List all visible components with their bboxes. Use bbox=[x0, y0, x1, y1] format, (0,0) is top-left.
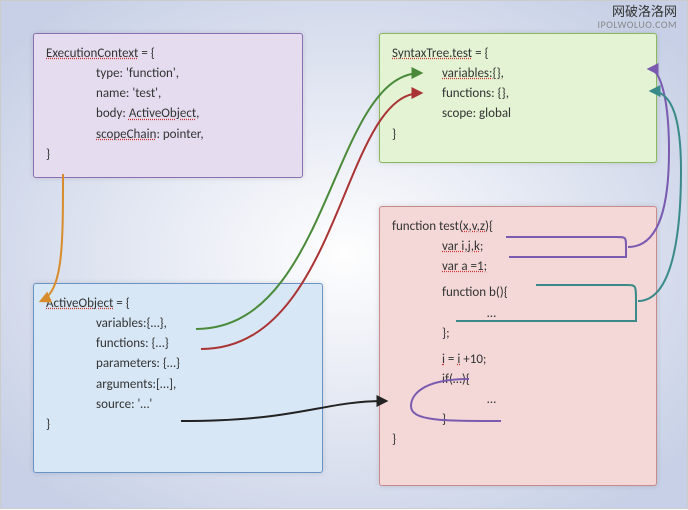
box-syntax-tree: SyntaxTree.test = { variables:{}, functi… bbox=[379, 33, 657, 163]
st-functions: functions: {}, bbox=[442, 84, 644, 104]
ec-name: name: 'test', bbox=[96, 84, 290, 104]
box-execution-context: ExecutionContext = { type: 'function', n… bbox=[33, 33, 303, 178]
fn-funcb-close: }; bbox=[442, 324, 644, 344]
ec-line1: ExecutionContext = { bbox=[46, 44, 290, 64]
st-line1: SyntaxTree.test = { bbox=[392, 44, 644, 64]
ao-close: } bbox=[46, 415, 310, 435]
watermark: 网破洛洛网 IPOLWOLUO.COM bbox=[598, 5, 677, 30]
fn-close: } bbox=[392, 430, 644, 450]
fn-vara: var a =1; bbox=[442, 257, 644, 277]
ao-source: source: '…' bbox=[96, 395, 310, 415]
fn-decl: function test(x,v,z){ bbox=[392, 217, 644, 237]
watermark-cn: 网破洛洛网 bbox=[598, 5, 677, 19]
fn-if-close: } bbox=[442, 410, 644, 430]
ao-arguments: arguments:[…], bbox=[96, 375, 310, 395]
fn-funcb: function b(){ bbox=[442, 283, 644, 303]
ao-functions: functions: {…} bbox=[96, 334, 310, 354]
st-scope: scope: global bbox=[442, 104, 644, 124]
ec-scopechain: scopeChain: pointer, bbox=[96, 125, 290, 145]
fn-assign: i = i +10; bbox=[442, 350, 644, 370]
box-active-object: ActiveObject = { variables:{…}, function… bbox=[33, 283, 323, 473]
watermark-en: IPOLWOLUO.COM bbox=[598, 19, 677, 30]
diagram-canvas: 网破洛洛网 IPOLWOLUO.COM ExecutionContext = {… bbox=[0, 0, 688, 509]
ec-body: body: ActiveObject, bbox=[96, 104, 290, 124]
st-variables: variables:{}, bbox=[442, 64, 644, 84]
fn-if-body: … bbox=[487, 390, 644, 410]
st-close: } bbox=[392, 125, 644, 145]
fn-funcb-body: … bbox=[487, 304, 644, 324]
ec-type: type: 'function', bbox=[96, 64, 290, 84]
fn-varijk: var i,j,k; bbox=[442, 237, 644, 257]
ec-close: } bbox=[46, 145, 290, 165]
ao-parameters: parameters: {…} bbox=[96, 354, 310, 374]
ao-variables: variables:{…}, bbox=[96, 314, 310, 334]
box-function-source: function test(x,v,z){ var i,j,k; var a =… bbox=[379, 206, 657, 486]
fn-if: if(…){ bbox=[442, 370, 644, 390]
ao-line1: ActiveObject = { bbox=[46, 294, 310, 314]
